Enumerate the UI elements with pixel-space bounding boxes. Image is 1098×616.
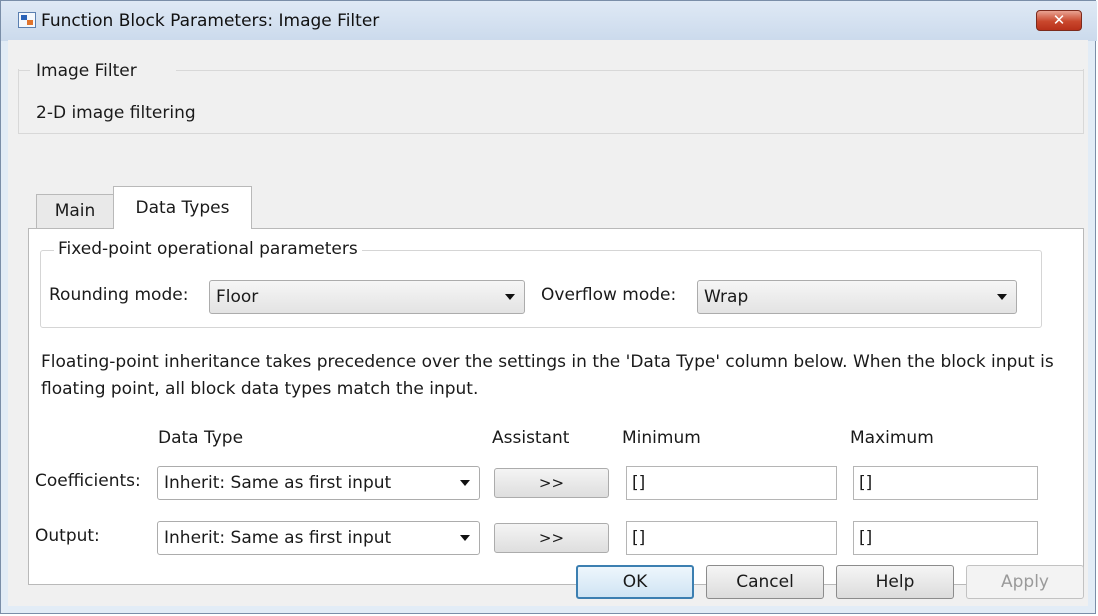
- cancel-button[interactable]: Cancel: [706, 565, 824, 599]
- coefficients-data-type-select[interactable]: Inherit: Same as first input: [157, 466, 480, 500]
- rounding-mode-value: Floor: [216, 287, 259, 307]
- block-description: 2-D image filtering: [36, 103, 196, 123]
- tab-main[interactable]: Main: [36, 194, 114, 228]
- chevron-down-icon: [505, 294, 515, 300]
- coefficients-data-type-value: Inherit: Same as first input: [164, 473, 392, 493]
- title-bar[interactable]: Function Block Parameters: Image Filter …: [1, 1, 1097, 41]
- rounding-mode-label: Rounding mode:: [49, 285, 189, 305]
- coefficients-minimum-field[interactable]: []: [626, 466, 837, 500]
- chevron-down-icon: [997, 294, 1007, 300]
- output-assistant-button[interactable]: >>: [494, 523, 609, 553]
- block-name-heading: Image Filter: [36, 61, 137, 81]
- fixed-point-group-title: Fixed-point operational parameters: [54, 239, 362, 259]
- coefficients-maximum-field[interactable]: []: [853, 466, 1038, 500]
- apply-button[interactable]: Apply: [966, 565, 1084, 599]
- tab-data-types[interactable]: Data Types: [113, 186, 252, 229]
- column-header-minimum: Minimum: [622, 428, 701, 448]
- column-header-assistant: Assistant: [492, 428, 570, 448]
- help-button[interactable]: Help: [836, 565, 954, 599]
- dialog-client-area: Image Filter 2-D image filtering Main Da…: [8, 40, 1088, 606]
- overflow-mode-select[interactable]: Wrap: [697, 280, 1017, 314]
- column-header-data-type: Data Type: [158, 428, 244, 448]
- coefficients-assistant-button[interactable]: >>: [494, 468, 609, 498]
- inheritance-note: Floating-point inheritance takes precede…: [41, 352, 1054, 399]
- close-button[interactable]: ✕: [1036, 10, 1082, 31]
- output-minimum-field[interactable]: []: [626, 521, 837, 555]
- ok-button[interactable]: OK: [576, 565, 694, 599]
- output-label: Output:: [35, 526, 100, 546]
- window-title: Function Block Parameters: Image Filter: [41, 11, 380, 31]
- overflow-mode-label: Overflow mode:: [541, 285, 677, 305]
- description-panel: [18, 69, 1084, 134]
- column-header-maximum: Maximum: [850, 428, 934, 448]
- coefficients-label: Coefficients:: [35, 471, 141, 491]
- chevron-down-icon: [460, 480, 470, 486]
- chevron-down-icon: [460, 535, 470, 541]
- output-maximum-field[interactable]: []: [853, 521, 1038, 555]
- simulink-block-icon: [18, 12, 36, 28]
- rounding-mode-select[interactable]: Floor: [209, 280, 525, 314]
- output-data-type-value: Inherit: Same as first input: [164, 528, 392, 548]
- output-data-type-select[interactable]: Inherit: Same as first input: [157, 521, 480, 555]
- overflow-mode-value: Wrap: [704, 287, 749, 307]
